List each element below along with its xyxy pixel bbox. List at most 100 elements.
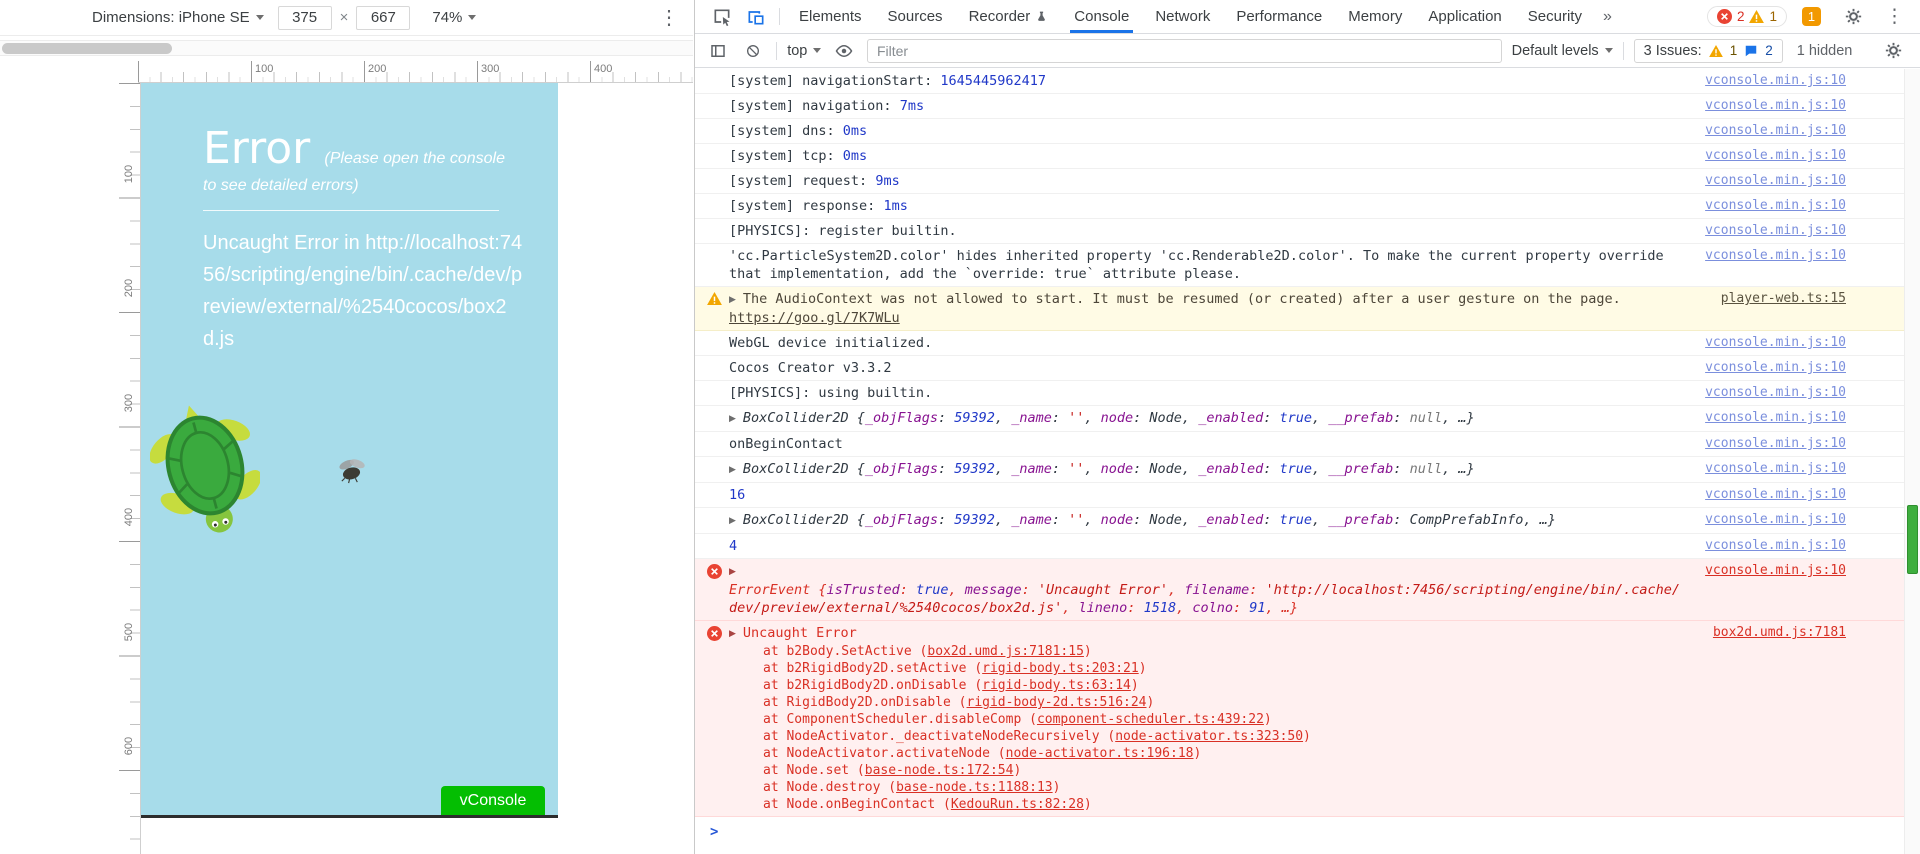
- device-width-input[interactable]: [277, 5, 332, 30]
- tab-performance[interactable]: Performance: [1223, 0, 1335, 33]
- message-icon-slot: [707, 197, 729, 199]
- stack-source-link[interactable]: rigid-body.ts:63:14: [982, 678, 1131, 693]
- stack-source-link[interactable]: box2d.umd.js:7181:15: [927, 644, 1084, 659]
- error-warning-counters[interactable]: 2 1: [1706, 6, 1787, 27]
- console-token: {: [848, 461, 865, 477]
- more-options-icon[interactable]: ⋮: [659, 8, 679, 28]
- expand-arrow-icon[interactable]: ▶: [729, 410, 736, 428]
- issues-button[interactable]: 3 Issues: 1 2: [1633, 38, 1783, 63]
- horizontal-scrollbar-thumb[interactable]: [2, 43, 172, 54]
- source-link[interactable]: box2d.umd.js:7181: [1713, 624, 1846, 642]
- error-overlay: Error (Please open the console to see de…: [141, 83, 558, 355]
- source-link[interactable]: vconsole.min.js:10: [1705, 197, 1846, 215]
- stack-source-link[interactable]: node-activator.ts:196:18: [1006, 746, 1194, 761]
- hidden-messages-label[interactable]: 1 hidden: [1797, 43, 1853, 59]
- tab-application[interactable]: Application: [1415, 0, 1514, 33]
- message-icon-slot: [707, 97, 729, 99]
- live-expression-eye-icon[interactable]: [831, 42, 857, 60]
- message-content: [system] dns: 0ms: [729, 122, 1687, 140]
- console-scrollbar[interactable]: [1904, 69, 1920, 854]
- console-settings-gear-icon[interactable]: [1880, 42, 1906, 59]
- source-link[interactable]: player-web.ts:15: [1721, 290, 1846, 308]
- expand-arrow-icon[interactable]: ▶: [729, 625, 736, 643]
- source-link[interactable]: vconsole.min.js:10: [1705, 222, 1846, 240]
- zoom-selector[interactable]: 74%: [432, 9, 477, 26]
- device-height-input[interactable]: [356, 5, 411, 30]
- console-token: __prefab: [1328, 461, 1394, 477]
- tab-label: Performance: [1236, 8, 1323, 25]
- console-filter-input[interactable]: [866, 38, 1502, 63]
- expand-arrow-icon[interactable]: ▶: [729, 512, 736, 530]
- tab-label: Console: [1074, 8, 1130, 25]
- tab-sources[interactable]: Sources: [875, 0, 956, 33]
- console-token: _name: [1011, 410, 1052, 426]
- console-token: :: [1263, 512, 1280, 528]
- source-link[interactable]: vconsole.min.js:10: [1705, 172, 1846, 190]
- more-tabs-button[interactable]: »: [1595, 0, 1620, 33]
- console-message: ▶ BoxCollider2D {_objFlags: 59392, _name:…: [695, 457, 1920, 483]
- tab-label: Elements: [799, 8, 862, 25]
- source-link[interactable]: vconsole.min.js:10: [1705, 460, 1846, 478]
- source-link[interactable]: vconsole.min.js:10: [1705, 122, 1846, 140]
- more-menu-icon[interactable]: ⋮: [1885, 7, 1904, 26]
- stack-source-link[interactable]: rigid-body.ts:203:21: [982, 661, 1139, 676]
- expand-arrow-icon[interactable]: ▶: [729, 563, 736, 581]
- inline-link[interactable]: https://goo.gl/7K7WLu: [729, 310, 900, 326]
- tab-network[interactable]: Network: [1142, 0, 1223, 33]
- clear-console-icon[interactable]: [741, 43, 767, 59]
- tab-console[interactable]: Console: [1061, 0, 1142, 33]
- source-link[interactable]: vconsole.min.js:10: [1705, 537, 1846, 555]
- console-token: 9ms: [875, 173, 900, 189]
- error-title: Error: [203, 123, 311, 174]
- source-link[interactable]: vconsole.min.js:10: [1705, 97, 1846, 115]
- console-token: :: [1133, 512, 1150, 528]
- console-token: ErrorEvent: [729, 582, 811, 598]
- stack-source-link[interactable]: node-activator.ts:323:50: [1115, 729, 1303, 744]
- console-prompt[interactable]: >: [695, 817, 1920, 847]
- tab-memory[interactable]: Memory: [1335, 0, 1415, 33]
- horizontal-scrollbar[interactable]: [0, 40, 693, 56]
- expand-arrow-icon[interactable]: ▶: [729, 291, 736, 309]
- issues-count-badge[interactable]: 1: [1802, 7, 1821, 26]
- divider: [1622, 41, 1624, 60]
- source-link[interactable]: vconsole.min.js:10: [1705, 562, 1846, 580]
- console-token: :: [899, 582, 916, 598]
- source-link[interactable]: vconsole.min.js:10: [1705, 435, 1846, 453]
- stack-source-link[interactable]: base-node.ts:1188:13: [896, 780, 1053, 795]
- inspect-element-icon[interactable]: [705, 0, 739, 33]
- source-link[interactable]: vconsole.min.js:10: [1705, 486, 1846, 504]
- dimensions-selector[interactable]: Dimensions: iPhone SE: [92, 9, 264, 26]
- source-link[interactable]: vconsole.min.js:10: [1705, 359, 1846, 377]
- console-message: [system] navigationStart: 1645445962417 v…: [695, 69, 1920, 94]
- source-link[interactable]: vconsole.min.js:10: [1705, 384, 1846, 402]
- source-link[interactable]: vconsole.min.js:10: [1705, 72, 1846, 90]
- log-levels-selector[interactable]: Default levels: [1512, 43, 1613, 59]
- console-token: onBeginContact: [729, 436, 843, 452]
- source-link[interactable]: vconsole.min.js:10: [1705, 147, 1846, 165]
- chevron-down-icon: [255, 15, 264, 20]
- source-link[interactable]: vconsole.min.js:10: [1705, 334, 1846, 352]
- device-toolbar-toggle-icon[interactable]: [739, 0, 773, 33]
- stack-source-link[interactable]: base-node.ts:172:54: [865, 763, 1014, 778]
- console-message: 'cc.ParticleSystem2D.color' hides inheri…: [695, 244, 1920, 287]
- warning-icon: [1749, 10, 1765, 23]
- expand-arrow-icon[interactable]: ▶: [729, 461, 736, 479]
- console-scrollbar-thumb[interactable]: [1907, 505, 1918, 574]
- console-sidebar-icon[interactable]: [705, 42, 731, 60]
- source-link[interactable]: vconsole.min.js:10: [1705, 409, 1846, 427]
- ruler-mark: 300: [481, 63, 500, 75]
- javascript-context-selector[interactable]: top: [787, 43, 822, 59]
- stack-source-link[interactable]: KedouRun.ts:82:28: [951, 797, 1084, 812]
- tab-elements[interactable]: Elements: [786, 0, 875, 33]
- console-token: _enabled: [1198, 512, 1264, 528]
- stack-source-link[interactable]: component-scheduler.ts:439:22: [1037, 712, 1264, 727]
- console-token: :: [1232, 600, 1250, 616]
- source-link[interactable]: vconsole.min.js:10: [1705, 247, 1846, 265]
- settings-gear-icon[interactable]: [1836, 8, 1870, 25]
- tab-recorder[interactable]: Recorder: [956, 0, 1062, 33]
- vconsole-button[interactable]: vConsole: [441, 786, 545, 815]
- tab-security[interactable]: Security: [1515, 0, 1595, 33]
- chevron-down-icon: [813, 48, 822, 53]
- stack-source-link[interactable]: rigid-body-2d.ts:516:24: [967, 695, 1147, 710]
- source-link[interactable]: vconsole.min.js:10: [1705, 511, 1846, 529]
